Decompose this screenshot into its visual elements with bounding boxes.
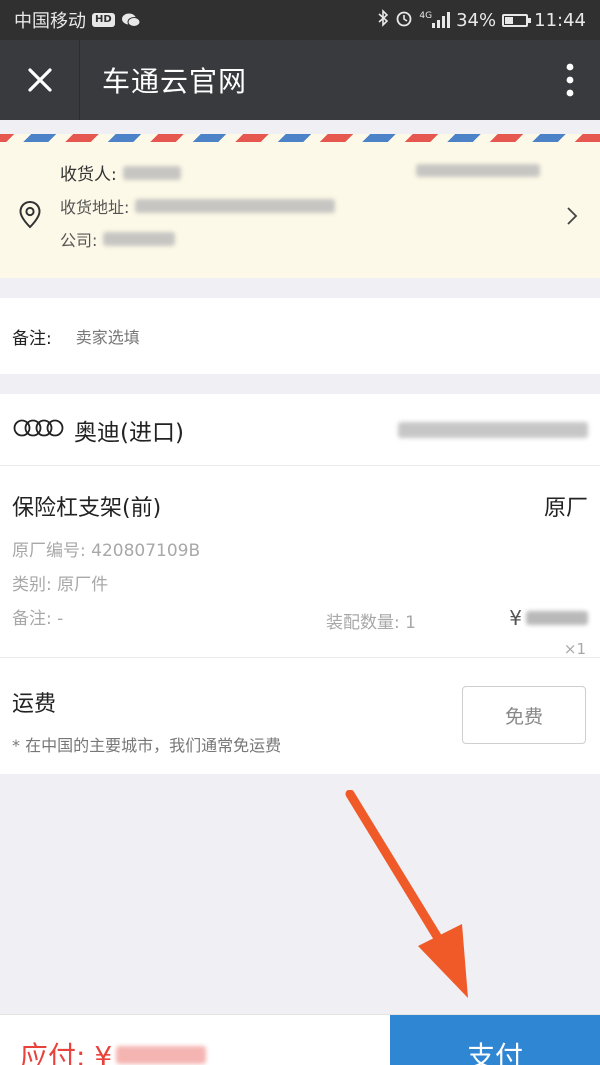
battery-icon xyxy=(502,13,532,27)
address-body: 收货人: 收货地址: 公司: xyxy=(0,142,600,255)
price-redacted xyxy=(526,611,588,625)
alarm-icon xyxy=(395,9,413,32)
company-redacted xyxy=(103,231,176,246)
close-button[interactable] xyxy=(0,40,80,120)
shipping-free-button[interactable]: 免费 xyxy=(462,686,586,744)
hd-badge: HD xyxy=(92,13,115,27)
item-price: ¥ xyxy=(509,606,588,630)
order-item: 保险杠支架(前) 原厂 原厂编号: 420807109B 类别: 原厂件 备注:… xyxy=(0,466,600,658)
page-title: 车通云官网 xyxy=(102,65,248,98)
company-label: 公司: xyxy=(60,230,98,250)
shipping-block: 运费 * 在中国的主要城市，我们通常免运费 免费 xyxy=(0,658,600,773)
part-number: 原厂编号: 420807109B xyxy=(12,541,201,561)
item-quantity: 装配数量: 1 xyxy=(326,613,416,633)
chevron-right-icon xyxy=(566,206,578,230)
item-multiplier: ×1 xyxy=(563,640,586,658)
phone-redacted xyxy=(416,164,540,177)
clock: 11:44 xyxy=(534,9,586,31)
item-category: 类别: 原厂件 xyxy=(12,575,109,595)
envelope-stripe xyxy=(0,134,600,142)
remark-label: 备注: xyxy=(12,328,52,349)
more-vertical-icon xyxy=(566,63,574,97)
carrier-label: 中国移动 xyxy=(14,11,86,32)
brand-row: 奥迪(进口) xyxy=(0,394,600,466)
address-redacted xyxy=(135,198,336,213)
address-label: 收货地址: xyxy=(60,197,130,217)
battery-fill xyxy=(505,16,513,24)
nav-bar: 车通云官网 xyxy=(0,40,600,120)
item-grade: 原厂 xyxy=(543,496,588,521)
wechat-icon xyxy=(121,12,141,28)
network-label: 4G xyxy=(419,11,433,21)
signal-icon: 4G xyxy=(419,11,451,28)
location-pin-icon xyxy=(18,200,42,234)
item-remark: 备注: - xyxy=(12,609,64,629)
close-icon xyxy=(27,68,52,92)
item-meta: 原厂编号: 420807109B 类别: 原厂件 备注: - xyxy=(12,534,588,636)
status-bar: 中国移动 HD 4G 34% 11:44 xyxy=(0,0,600,40)
remark-row: 备注: 卖家选填 xyxy=(0,298,600,374)
total-label: 应付: ¥ xyxy=(20,1040,113,1065)
remark-input[interactable]: 卖家选填 xyxy=(76,324,140,348)
status-left: 中国移动 HD xyxy=(14,7,141,33)
company-row: 公司: xyxy=(60,222,600,255)
arrow-annotation-icon xyxy=(345,790,468,998)
recipient-label: 收货人: xyxy=(60,165,117,185)
battery-percent: 34% xyxy=(456,9,497,31)
currency-symbol: ¥ xyxy=(509,606,522,630)
pay-button[interactable]: 支付 xyxy=(390,1015,600,1065)
item-name: 保险杠支架(前) xyxy=(12,496,162,521)
recipient-name-redacted xyxy=(122,165,181,180)
bluetooth-icon xyxy=(377,8,389,32)
more-button[interactable] xyxy=(540,40,600,120)
seller-redacted xyxy=(398,422,588,438)
bottom-bar: 应付: ¥ 支付 xyxy=(0,1014,600,1065)
total-redacted xyxy=(116,1046,207,1064)
status-right: 4G 34% 11:44 xyxy=(377,8,586,32)
brand-name: 奥迪(进口) xyxy=(74,419,184,446)
address-card[interactable]: 收货人: 收货地址: 公司: xyxy=(0,134,600,278)
audi-rings-icon xyxy=(12,418,66,442)
product-section: 奥迪(进口) 保险杠支架(前) 原厂 原厂编号: 420807109B 类别: … xyxy=(0,394,600,774)
total-amount: 应付: ¥ xyxy=(20,1035,207,1065)
address-row: 收货地址: xyxy=(60,189,600,222)
